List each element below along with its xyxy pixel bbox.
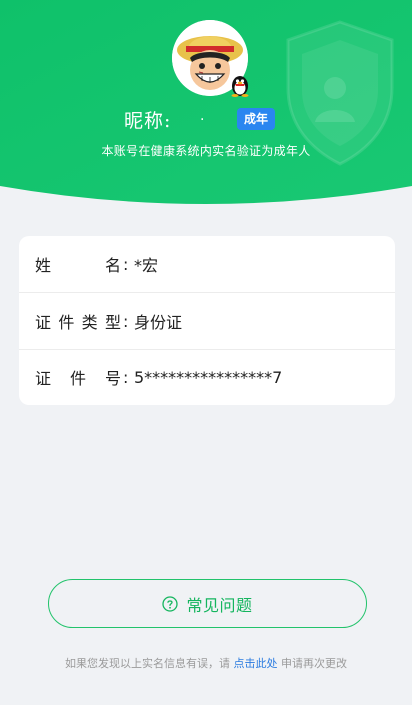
info-colon: : [123,311,129,331]
info-row-name: 姓 名 : *宏 [19,236,395,292]
label-char: 号 [104,369,121,388]
label-char: 型 [104,313,121,332]
identity-info-card: 姓 名 : *宏 证 件 类 型 : 身份证 证 件 号 : 5********… [19,236,395,405]
label-char: 件 [58,313,75,332]
footer-change-link[interactable]: 点击此处 [234,657,278,670]
adult-status-badge: 成年 [237,108,276,130]
label-char: 姓 [35,256,52,275]
faq-button[interactable]: 常见问题 [48,579,367,628]
qq-penguin-icon [231,76,249,97]
footer-prefix: 如果您发现以上实名信息有误，请 [65,657,230,670]
info-colon: : [123,254,129,274]
label-char: 名 [104,256,121,275]
label-char: 类 [81,313,98,332]
info-label-id-number: 证 件 号 [35,365,121,389]
label-char: 证 [35,313,52,332]
nickname-label: 昵称: [124,110,172,132]
info-value-id-number: 5****************7 [134,367,283,387]
question-circle-icon [162,595,179,612]
label-char: 证 [35,369,52,388]
info-row-id-type: 证 件 类 型 : 身份证 [19,293,395,349]
footer-suffix: 申请再次更改 [281,657,347,670]
faq-button-label: 常见问题 [186,595,253,615]
header-banner: 昵称: . 成年 本账号在健康系统内实名验证为成年人 [0,0,412,215]
footer-note: 如果您发现以上实名信息有误，请 点击此处 申请再次更改 [0,655,412,671]
info-row-id-number: 证 件 号 : 5****************7 [19,349,395,405]
label-char: 件 [69,369,86,388]
info-label-name: 姓 名 [35,252,121,276]
info-colon: : [123,367,129,387]
info-label-id-type: 证 件 类 型 [35,309,121,333]
verification-note: 本账号在健康系统内实名验证为成年人 [101,144,311,158]
info-value-id-type: 身份证 [134,313,183,332]
nickname-row: 昵称: . 成年 [0,106,412,132]
info-value-name: *宏 [134,256,159,275]
nickname-value: . [200,108,205,124]
